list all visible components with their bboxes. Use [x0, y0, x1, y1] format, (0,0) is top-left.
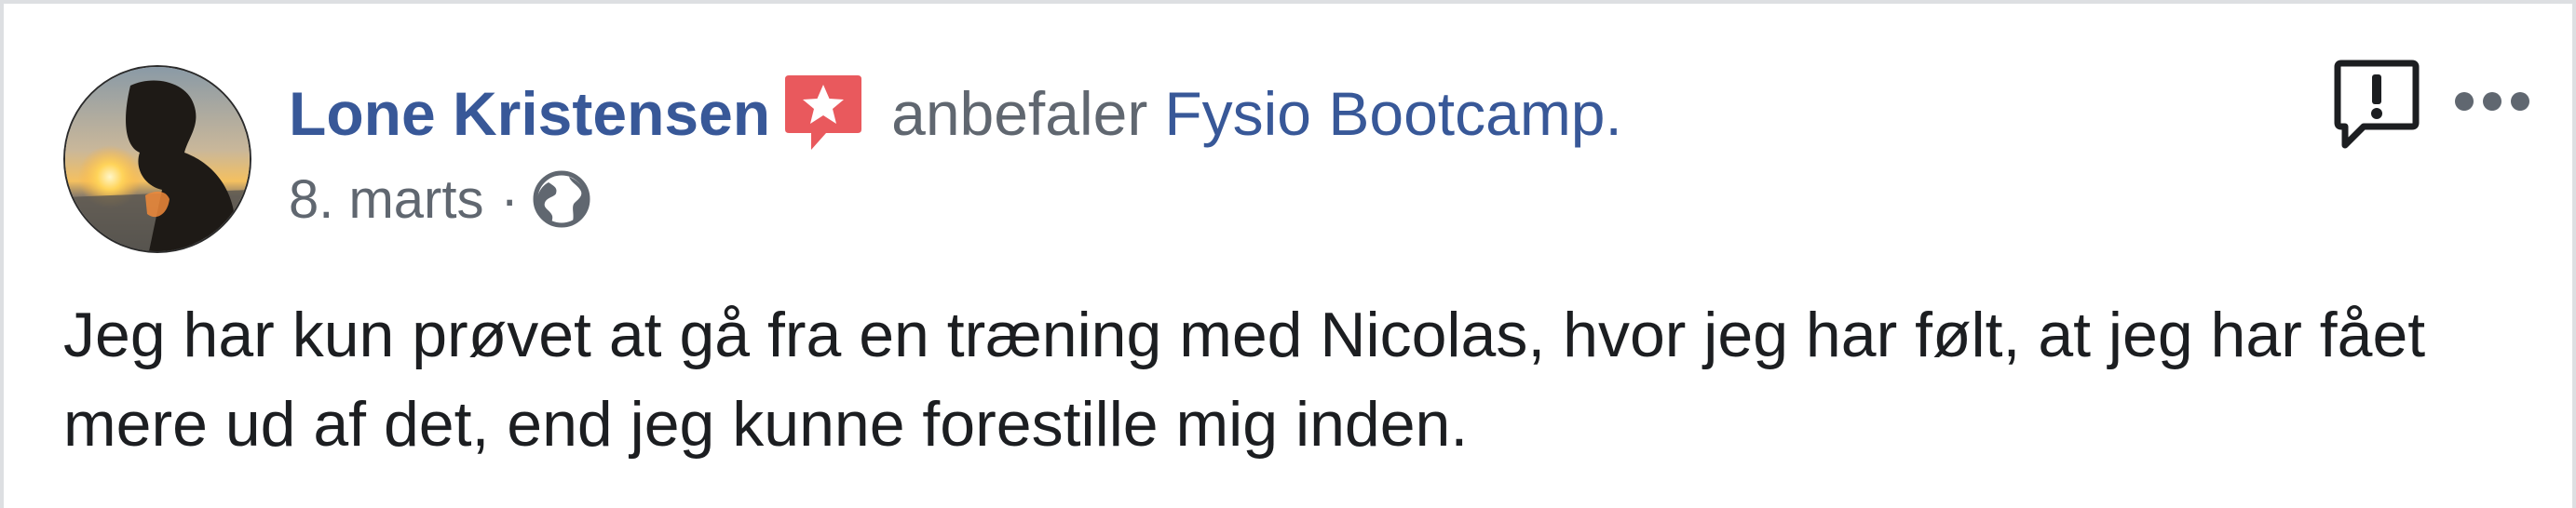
post-meta: 8. marts ·	[289, 162, 591, 236]
page-name-period: .	[1605, 79, 1622, 148]
globe-icon[interactable]	[532, 169, 591, 229]
page-name-link[interactable]: Fysio Bootcamp	[1164, 78, 1605, 149]
avatar-photo	[65, 67, 250, 251]
author-avatar[interactable]	[63, 65, 251, 253]
report-exclamation-icon[interactable]	[2332, 58, 2421, 151]
more-options-icon[interactable]	[2453, 86, 2531, 117]
post-date-link[interactable]: 8. marts	[289, 168, 484, 231]
recommends-label: anbefaler	[891, 79, 1148, 148]
post-header: Lone Kristensen anbefaler Fysio Bootcamp…	[289, 71, 1622, 156]
author-name-link[interactable]: Lone Kristensen	[289, 78, 770, 149]
review-post-card: Lone Kristensen anbefaler Fysio Bootcamp…	[0, 0, 2576, 508]
recommendation-star-icon	[783, 72, 863, 155]
meta-separator: ·	[500, 168, 519, 230]
post-body-text: Jeg har kun prøvet at gå fra en træning …	[63, 300, 2426, 460]
